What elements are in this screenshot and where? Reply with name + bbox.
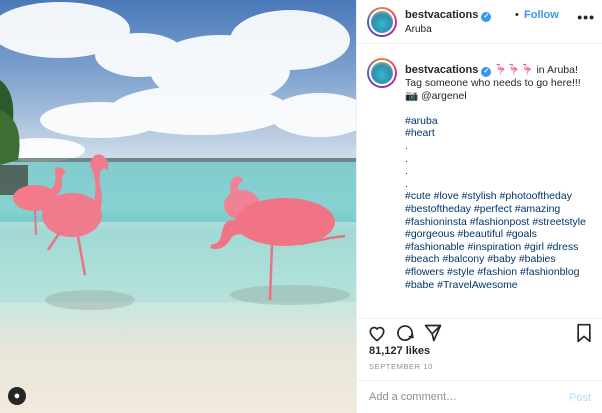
post-side-panel: bestvacations ✓ • Follow Aruba ••• bestva… [356, 0, 602, 413]
post-date: SEPTEMBER 10 [369, 362, 433, 371]
caption-dot: . [405, 152, 408, 165]
caption-dot: . [405, 165, 408, 178]
bookmark-icon[interactable] [575, 323, 593, 348]
hashtag-link[interactable]: #aruba [405, 115, 595, 128]
instagram-post: ● bestvacations ✓ • Follow Aruba ••• best… [0, 0, 602, 413]
more-options-icon[interactable]: ••• [577, 9, 595, 25]
separator-dot: • [515, 9, 519, 21]
caption-username[interactable]: bestvacations ✓ [405, 64, 492, 77]
post-photo[interactable]: ● [0, 0, 356, 413]
header-username[interactable]: bestvacations ✓ [405, 9, 492, 22]
verified-badge-icon: ✓ [481, 67, 492, 77]
caption-emoji: 🦩🦩🦩 [494, 64, 534, 76]
avatar[interactable] [367, 58, 397, 88]
action-bar [357, 318, 602, 348]
caption-dot: . [405, 139, 408, 152]
person-icon[interactable]: ● [8, 387, 26, 405]
username-text: bestvacations [405, 64, 479, 76]
flamingo-beach-image [0, 2, 356, 310]
comment-input[interactable] [369, 391, 549, 403]
follow-button[interactable]: Follow [524, 9, 559, 21]
location-link[interactable]: Aruba [405, 24, 432, 35]
verified-badge-icon: ✓ [481, 12, 492, 22]
comment-bar: Post [357, 380, 602, 413]
caption-dot: . [405, 177, 408, 190]
avatar-image [369, 9, 395, 35]
hashtag-link[interactable]: #heart [405, 127, 595, 140]
post-header: bestvacations ✓ • Follow Aruba ••• [357, 0, 602, 44]
avatar-image [369, 60, 395, 86]
hashtag-list[interactable]: #cute #love #stylish #photooftheday #bes… [405, 190, 595, 291]
caption-text: bestvacations ✓ 🦩🦩🦩 in Aruba! Tag someone… [405, 64, 595, 291]
avatar[interactable] [367, 7, 397, 37]
caption-section: bestvacations ✓ 🦩🦩🦩 in Aruba! Tag someone… [357, 45, 602, 317]
username-text: bestvacations [405, 9, 479, 21]
like-count[interactable]: 81,127 likes [369, 345, 430, 357]
post-comment-button[interactable]: Post [569, 392, 591, 404]
